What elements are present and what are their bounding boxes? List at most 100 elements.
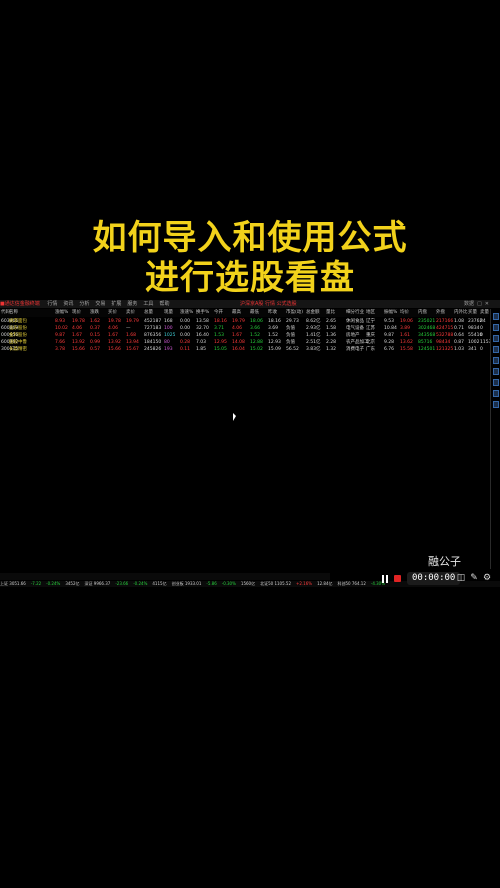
column-header[interactable]: 买价 bbox=[108, 309, 117, 317]
table-cell: 北京 bbox=[366, 340, 375, 345]
menu-bar: ■通达信金融终端 行情 资讯 分析 交易 扩展 服务 工具 帮助 沪深京A股 行情 公式选股 … bbox=[0, 300, 500, 308]
menu-item[interactable]: 服务 bbox=[127, 300, 137, 308]
column-header[interactable]: 名称 bbox=[9, 309, 18, 317]
table-cell: 532788 bbox=[436, 333, 454, 338]
status-item: 3452亿 bbox=[65, 581, 80, 586]
table-cell: 6.76 bbox=[384, 347, 395, 352]
status-item: -23.66 bbox=[115, 581, 129, 586]
table-row[interactable]: 600962 国投中鲁 7.66 13.92 0.99 13.92 13.94 184150 8… bbox=[0, 339, 491, 346]
table-cell: 1.85 bbox=[196, 347, 207, 352]
settings-icon[interactable]: ⚙ bbox=[482, 573, 492, 584]
column-header[interactable]: 卖价 bbox=[126, 309, 135, 317]
status-item: -5.86 bbox=[206, 581, 217, 586]
table-cell: 0.15 bbox=[90, 333, 101, 338]
toolbar-button[interactable] bbox=[493, 379, 499, 386]
column-header[interactable]: 涨跌 bbox=[90, 309, 99, 317]
column-header[interactable]: 总金额 bbox=[306, 309, 320, 317]
table-row[interactable]: 603866 桃李面包 8.93 19.78 1.62 19.78 19.79 452187 1… bbox=[0, 318, 488, 325]
table-cell: 15.05 bbox=[214, 347, 227, 352]
table-cell: 13.58 bbox=[196, 319, 209, 324]
toolbar-button[interactable] bbox=[493, 313, 499, 320]
stop-record-icon[interactable] bbox=[394, 575, 401, 582]
table-cell: 302468 bbox=[418, 326, 436, 331]
column-header[interactable]: 细分行业 bbox=[346, 309, 364, 317]
column-header[interactable]: 今开 bbox=[214, 309, 223, 317]
status-item: -0.30% bbox=[221, 581, 236, 586]
draw-icon[interactable]: ✎ bbox=[469, 573, 479, 584]
window-control[interactable]: □ bbox=[477, 300, 482, 308]
menu-item[interactable]: 工具 bbox=[143, 300, 153, 308]
menu-item[interactable]: 行情 bbox=[47, 300, 57, 308]
toolbar-button[interactable] bbox=[493, 390, 499, 397]
table-row[interactable]: 000656 金科股份 9.87 1.67 0.15 1.67 1.68 876356 1025… bbox=[0, 332, 488, 339]
menu-item[interactable]: 分析 bbox=[79, 300, 89, 308]
menu-item[interactable]: 资讯 bbox=[63, 300, 73, 308]
status-item: 12.84亿 bbox=[317, 581, 333, 586]
toolbar-button[interactable] bbox=[493, 401, 499, 408]
table-cell: 1.08 bbox=[454, 319, 465, 324]
table-cell: 1002 bbox=[468, 340, 480, 345]
toolbar-button[interactable] bbox=[493, 324, 499, 331]
table-cell: 1.32 bbox=[326, 347, 337, 352]
column-header[interactable]: 地区 bbox=[366, 309, 375, 317]
menu-item[interactable]: 帮助 bbox=[159, 300, 169, 308]
table-cell: 1025 bbox=[164, 333, 176, 338]
menu-item[interactable]: 扩展 bbox=[111, 300, 121, 308]
table-cell: 184150 bbox=[144, 340, 162, 345]
column-header[interactable]: 内外比 bbox=[454, 309, 468, 317]
column-header[interactable]: 最高 bbox=[232, 309, 241, 317]
toolbar-button[interactable] bbox=[493, 335, 499, 342]
column-header[interactable]: 现价 bbox=[72, 309, 81, 317]
table-cell: 0.00 bbox=[180, 333, 191, 338]
toolbar-button[interactable] bbox=[493, 368, 499, 375]
table-cell: 1.52 bbox=[268, 333, 279, 338]
table-cell: 3.83亿 bbox=[306, 347, 321, 352]
table-cell: 9.87 bbox=[55, 333, 66, 338]
table-cell: 19.06 bbox=[400, 319, 413, 324]
table-cell: 8.62亿 bbox=[306, 319, 321, 324]
status-item: 4115亿 bbox=[152, 581, 167, 586]
headline-line-2: 进行选股看盘 bbox=[145, 258, 355, 298]
column-header[interactable]: 买量 bbox=[468, 309, 477, 317]
column-header[interactable]: 涨幅% bbox=[55, 309, 68, 317]
column-header[interactable]: 涨速% bbox=[180, 309, 193, 317]
column-header[interactable]: 最低 bbox=[250, 309, 259, 317]
column-header[interactable]: 市盈(动) bbox=[286, 309, 303, 317]
column-header[interactable]: 总量 bbox=[144, 309, 153, 317]
table-cell: 15.67 bbox=[126, 347, 139, 352]
table-cell: 245826 bbox=[144, 347, 162, 352]
table-cell: 12.93 bbox=[268, 340, 281, 345]
status-item: 创业板 1933.01 bbox=[171, 581, 202, 586]
table-cell: 1.36 bbox=[326, 333, 337, 338]
table-row[interactable]: 600869 远东股份 10.02 4.06 0.37 4.06—727183 100 0.0… bbox=[0, 325, 488, 332]
window-control[interactable]: 数据 bbox=[464, 300, 474, 308]
table-cell: 4.06 bbox=[72, 326, 83, 331]
table-cell: 9.28 bbox=[384, 340, 395, 345]
column-header[interactable]: 振幅% bbox=[384, 309, 397, 317]
table-cell: 7.03 bbox=[196, 340, 207, 345]
column-header[interactable]: 均价 bbox=[400, 309, 409, 317]
table-cell: 1.53 bbox=[214, 333, 225, 338]
column-header[interactable]: 卖量 bbox=[480, 309, 489, 317]
column-header[interactable]: 现量 bbox=[164, 309, 173, 317]
table-cell: 727183 bbox=[144, 326, 162, 331]
toolbar-button[interactable] bbox=[493, 346, 499, 353]
toolbar-button[interactable] bbox=[493, 357, 499, 364]
column-header[interactable]: 昨收 bbox=[268, 309, 277, 317]
table-cell: 84 bbox=[480, 319, 486, 324]
table-row[interactable]: 300115 长盈精密 3.78 15.66 0.57 15.66 15.67 245826 1… bbox=[0, 346, 488, 353]
table-cell: 0.57 bbox=[90, 347, 101, 352]
column-header[interactable]: 外盘 bbox=[436, 309, 445, 317]
column-header[interactable]: 内盘 bbox=[418, 309, 427, 317]
column-header[interactable]: 量比 bbox=[326, 309, 335, 317]
camera-icon[interactable]: ◫ bbox=[456, 573, 466, 584]
column-header[interactable]: 换手% bbox=[196, 309, 209, 317]
table-cell: 4.06 bbox=[108, 326, 119, 331]
menu-item[interactable]: 交易 bbox=[95, 300, 105, 308]
table-cell: 343568 bbox=[418, 333, 436, 338]
table-cell: 18.06 bbox=[250, 319, 263, 324]
table-cell: 121325 bbox=[436, 347, 454, 352]
window-control[interactable]: ✕ bbox=[485, 300, 489, 308]
status-item: +2.16% bbox=[296, 581, 313, 586]
pause-icon[interactable] bbox=[380, 574, 390, 584]
